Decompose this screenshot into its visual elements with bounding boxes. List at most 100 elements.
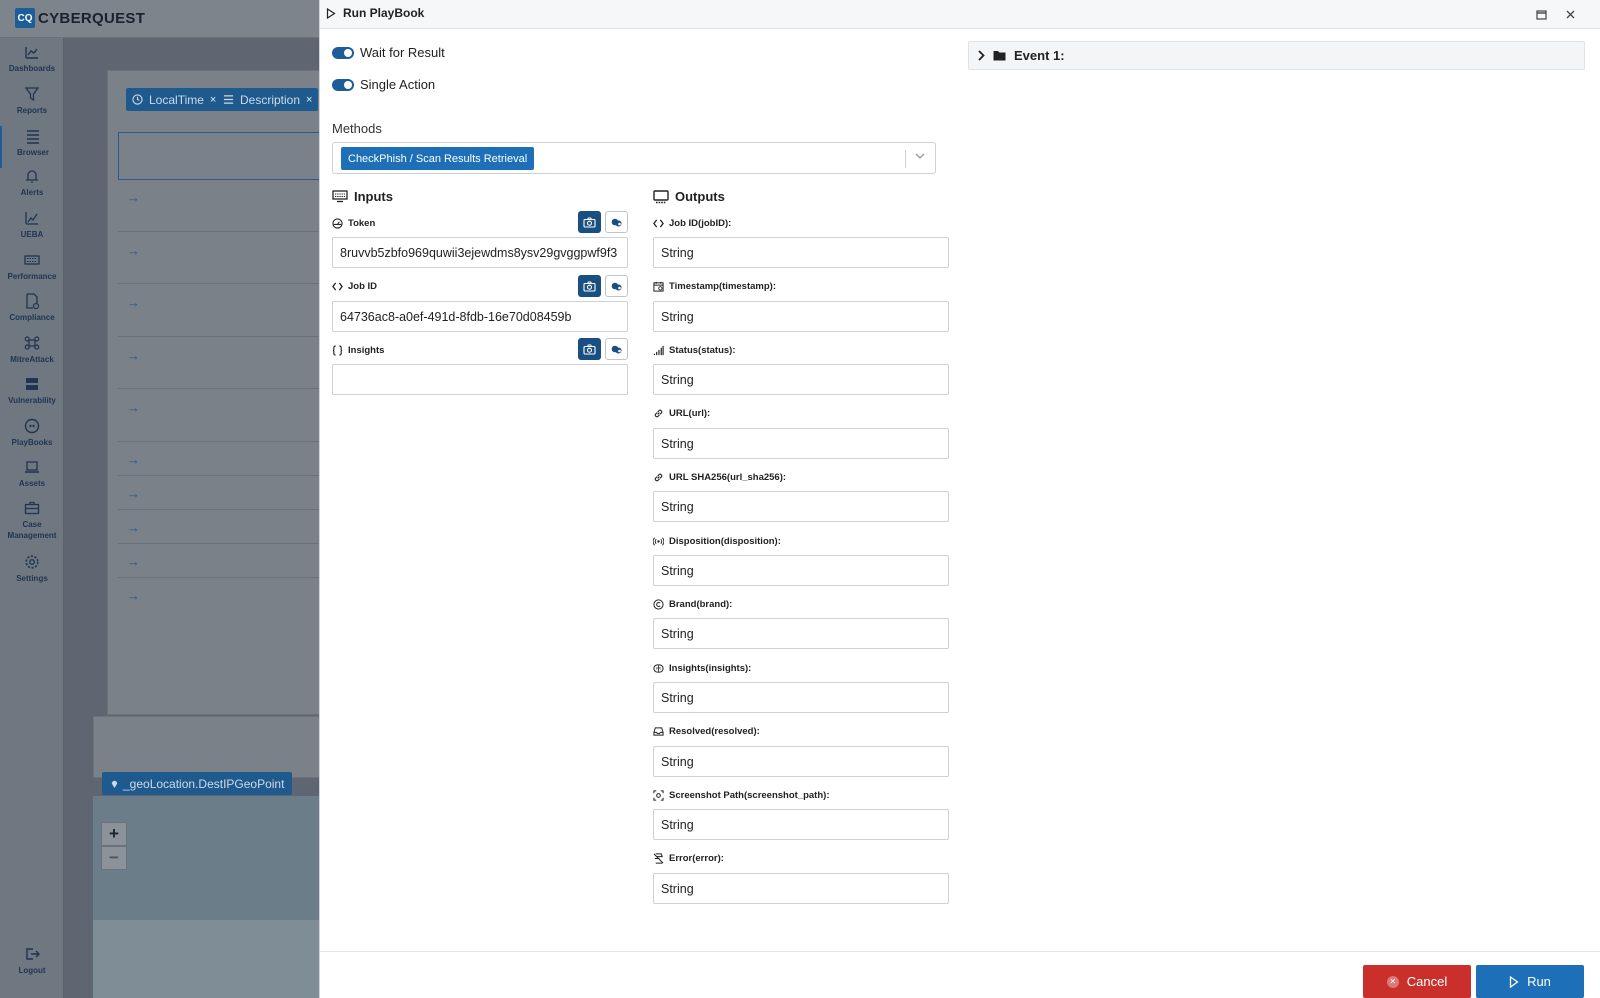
- job-id-input[interactable]: 64736ac8-a0ef-491d-8fdb-16e70d08459b: [332, 301, 628, 332]
- tag-label: Description: [240, 92, 301, 107]
- laptop-icon: [25, 461, 39, 473]
- toggle-switch[interactable]: [332, 78, 354, 91]
- insights-snapshot-button[interactable]: [578, 338, 601, 360]
- field-label-text: Resolved(resolved):: [669, 726, 760, 737]
- sidebar-item-performance[interactable]: Performance: [0, 252, 64, 282]
- table-row[interactable]: [118, 337, 326, 389]
- geo-field-tag[interactable]: _geoLocation.DestIPGeoPoint: [102, 772, 293, 795]
- sidebar-item-reports[interactable]: Reports: [0, 86, 64, 116]
- row-expand-arrow-icon[interactable]: →: [127, 520, 140, 535]
- output-screenshot-path-field[interactable]: String: [653, 809, 949, 840]
- table-row[interactable]: [118, 180, 326, 232]
- column-tag-localtime[interactable]: LocalTime ×: [126, 88, 223, 111]
- output-disposition-field[interactable]: String: [653, 555, 949, 586]
- footer-divider: [320, 951, 1600, 952]
- column-tag-description[interactable]: Description ×: [217, 88, 319, 111]
- outputs-title: Outputs: [653, 189, 725, 204]
- sidebar-item-ueba[interactable]: UEBA: [0, 210, 64, 240]
- output-resolved-field[interactable]: String: [653, 746, 949, 777]
- zoom-out-button[interactable]: −: [101, 846, 127, 870]
- row-expand-arrow-icon[interactable]: →: [127, 486, 140, 501]
- row-expand-arrow-icon[interactable]: →: [127, 554, 140, 569]
- field-label-text: Brand(brand):: [669, 599, 733, 610]
- event-panel[interactable]: Event 1:: [968, 41, 1585, 70]
- camera-icon: [583, 217, 596, 228]
- row-expand-arrow-icon[interactable]: →: [127, 243, 140, 258]
- logo-badge: CQ: [15, 8, 35, 28]
- table-row[interactable]: [118, 232, 326, 284]
- sidebar-item-label: Vulnerability: [8, 396, 56, 405]
- chevron-down-icon[interactable]: [913, 149, 927, 163]
- output-url-field[interactable]: String: [653, 428, 949, 459]
- brain-icon: [653, 664, 664, 673]
- keyboard-icon: [24, 255, 40, 265]
- row-expand-arrow-icon[interactable]: →: [127, 588, 140, 603]
- row-expand-arrow-icon[interactable]: →: [127, 348, 140, 363]
- row-expand-arrow-icon[interactable]: →: [127, 400, 140, 415]
- sidebar-item-playbooks[interactable]: PlayBooks: [0, 418, 64, 448]
- table-row[interactable]: [118, 389, 326, 442]
- output-url-sha256-field[interactable]: String: [653, 491, 949, 522]
- close-button[interactable]: [1561, 5, 1580, 24]
- sidebar-item-alerts[interactable]: Alerts: [0, 168, 64, 198]
- sidebar-item-assets[interactable]: Assets: [0, 459, 64, 489]
- row-expand-arrow-icon[interactable]: →: [127, 452, 140, 467]
- token-snapshot-button[interactable]: [578, 211, 601, 233]
- signal-icon: [653, 345, 664, 356]
- tag-close-icon[interactable]: ×: [306, 94, 312, 106]
- table-row[interactable]: [118, 476, 326, 510]
- sidebar-item-logout[interactable]: Logout: [0, 946, 64, 976]
- output-timestamp-field[interactable]: String: [653, 301, 949, 332]
- token-variable-button[interactable]: [605, 211, 628, 233]
- job-id-snapshot-button[interactable]: [578, 275, 601, 297]
- job-id-variable-button[interactable]: [605, 275, 628, 297]
- field-label-text: Token: [348, 218, 376, 229]
- run-playbook-modal: Run PlayBook Wait for Result Single Acti…: [319, 0, 1600, 998]
- run-button[interactable]: Run: [1476, 965, 1584, 998]
- sidebar-item-vulnerability[interactable]: Vulnerability: [0, 376, 64, 406]
- sidebar-item-browser[interactable]: Browser: [0, 126, 64, 168]
- table-row[interactable]: [118, 284, 326, 337]
- gauge-icon: [332, 218, 343, 229]
- sidebar-item-label: UEBA: [20, 230, 44, 239]
- row-expand-arrow-icon[interactable]: →: [127, 190, 140, 205]
- keyboard-icon: [332, 190, 348, 203]
- output-insights-field[interactable]: String: [653, 682, 949, 713]
- insights-input[interactable]: [332, 364, 628, 395]
- app-logo[interactable]: CQ CYBERQUEST: [15, 8, 145, 28]
- sidebar-item-dashboards[interactable]: Dashboards: [0, 44, 64, 74]
- chevron-right-icon[interactable]: [977, 50, 985, 61]
- sidebar-item-case-management[interactable]: Case Management: [0, 500, 64, 541]
- sidebar-item-compliance[interactable]: Compliance: [0, 293, 64, 323]
- output-error-field[interactable]: String: [653, 873, 949, 904]
- sidebar-item-mitreattack[interactable]: MitreAttack: [0, 335, 64, 365]
- inputs-title-text: Inputs: [354, 189, 393, 204]
- braces-icon: [332, 345, 343, 356]
- output-status-field[interactable]: String: [653, 364, 949, 395]
- play-icon: [326, 7, 336, 19]
- maximize-button[interactable]: [1532, 5, 1551, 24]
- table-row[interactable]: [118, 544, 326, 578]
- zoom-in-button[interactable]: +: [101, 822, 127, 846]
- output-brand-field[interactable]: String: [653, 618, 949, 649]
- cancel-button[interactable]: ✕ Cancel: [1363, 965, 1471, 998]
- single-action-toggle[interactable]: Single Action: [332, 77, 435, 92]
- document-check-icon: [26, 293, 40, 309]
- token-input[interactable]: 8ruvvb5zbfo969quwii3ejewdms8ysv29gvggpwf…: [332, 237, 628, 268]
- method-chip[interactable]: CheckPhish / Scan Results Retrieval: [341, 147, 535, 170]
- map-pin-icon: [111, 780, 118, 788]
- table-row[interactable]: [118, 442, 326, 476]
- output-job-id-field[interactable]: String: [653, 237, 949, 268]
- row-expand-arrow-icon[interactable]: →: [127, 295, 140, 310]
- toggle-switch[interactable]: [332, 46, 354, 59]
- insights-variable-button[interactable]: [605, 338, 628, 360]
- sidebar-item-settings[interactable]: Settings: [0, 554, 64, 584]
- server-icon: [26, 378, 38, 390]
- wait-for-result-toggle[interactable]: Wait for Result: [332, 45, 445, 60]
- methods-select[interactable]: CheckPhish / Scan Results Retrieval: [332, 142, 936, 174]
- table-row[interactable]: [118, 510, 326, 544]
- select-divider: [905, 150, 906, 168]
- tag-close-icon[interactable]: ×: [210, 94, 216, 106]
- sidebar-item-label: Performance: [7, 272, 57, 281]
- calendar-clock-icon: [653, 281, 664, 292]
